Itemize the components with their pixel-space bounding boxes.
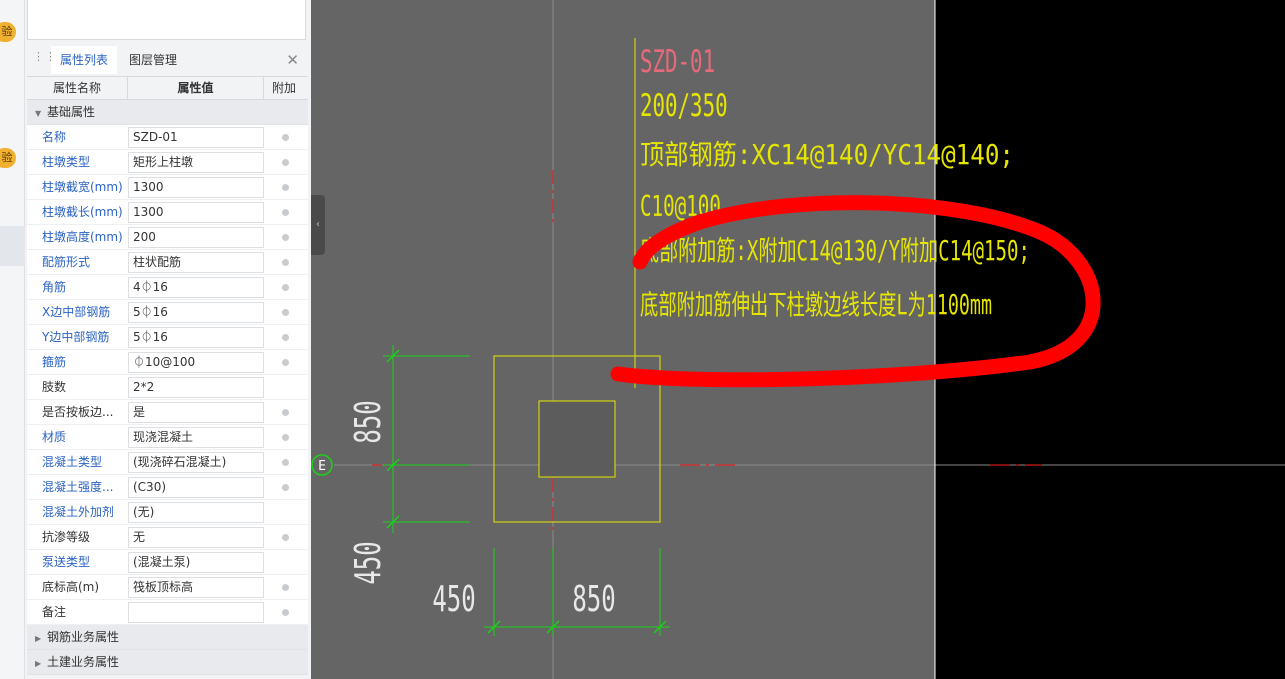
annotation-height: 200/350 <box>640 88 728 124</box>
dim-text-850-horizontal: 850 <box>572 579 615 620</box>
annotation-extension: 底部附加筋伸出下柱墩边线长度L为1100mm <box>640 289 992 321</box>
annotation-bottom-extra: 底部附加筋:X附加C14@130/Y附加C14@150; <box>640 235 1030 267</box>
axis-label: E <box>318 459 326 474</box>
column-outline <box>538 400 616 478</box>
cad-canvas: E 850 450 450 850 SZD-01 200/350 顶部钢筋:XC… <box>311 0 1285 679</box>
dim-text-450-horizontal: 450 <box>432 579 475 620</box>
annotation-top-rebar: 顶部钢筋:XC14@140/YC14@140; <box>640 139 1014 171</box>
annotation-name: SZD-01 <box>640 44 715 80</box>
dim-text-850-vertical: 850 <box>348 400 389 443</box>
dim-text-450-vertical: 450 <box>348 541 389 584</box>
